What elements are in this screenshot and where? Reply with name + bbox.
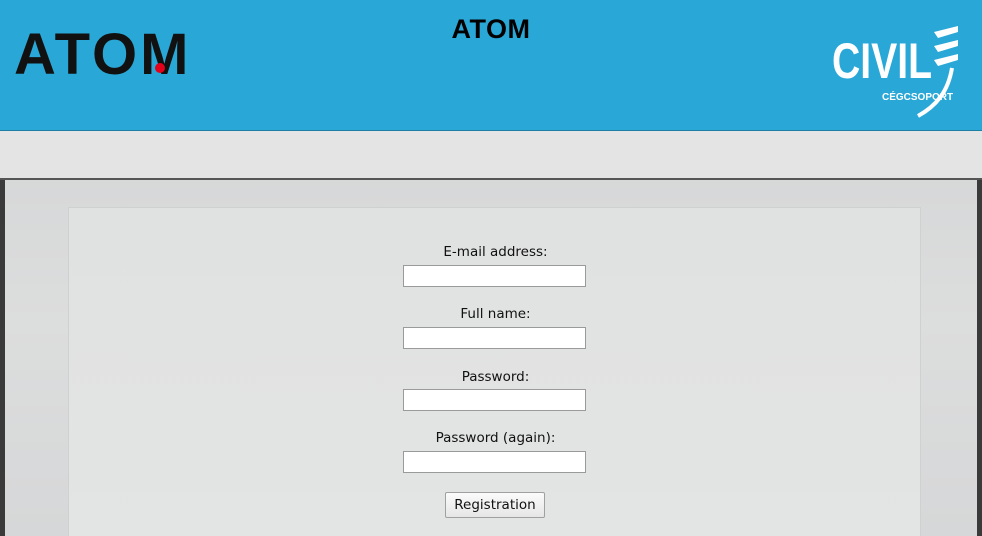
full-name-field[interactable]	[403, 327, 586, 349]
password-field[interactable]	[403, 389, 586, 411]
civil-logo-icon: CIVIL CÉGCSOPORT	[832, 26, 958, 118]
email-label: E-mail address:	[443, 244, 548, 260]
email-field[interactable]	[403, 265, 586, 287]
full-name-label: Full name:	[460, 306, 531, 322]
registration-button[interactable]: Registration	[445, 492, 545, 518]
registration-panel: E-mail address: Full name: Password: Pas…	[68, 207, 921, 536]
civil-logo-text: CIVIL	[832, 33, 932, 89]
password-label: Password:	[461, 369, 530, 385]
civil-logo-subtext: CÉGCSOPORT	[882, 90, 953, 103]
atom-logo-dot	[155, 63, 165, 73]
password-again-label: Password (again):	[435, 430, 556, 446]
password-again-field[interactable]	[403, 451, 586, 473]
civil-logo-stripes	[934, 26, 958, 66]
page-header: ATOM ATOM CIVIL CÉGCSOPORT	[0, 0, 982, 131]
nav-bar	[0, 131, 982, 180]
